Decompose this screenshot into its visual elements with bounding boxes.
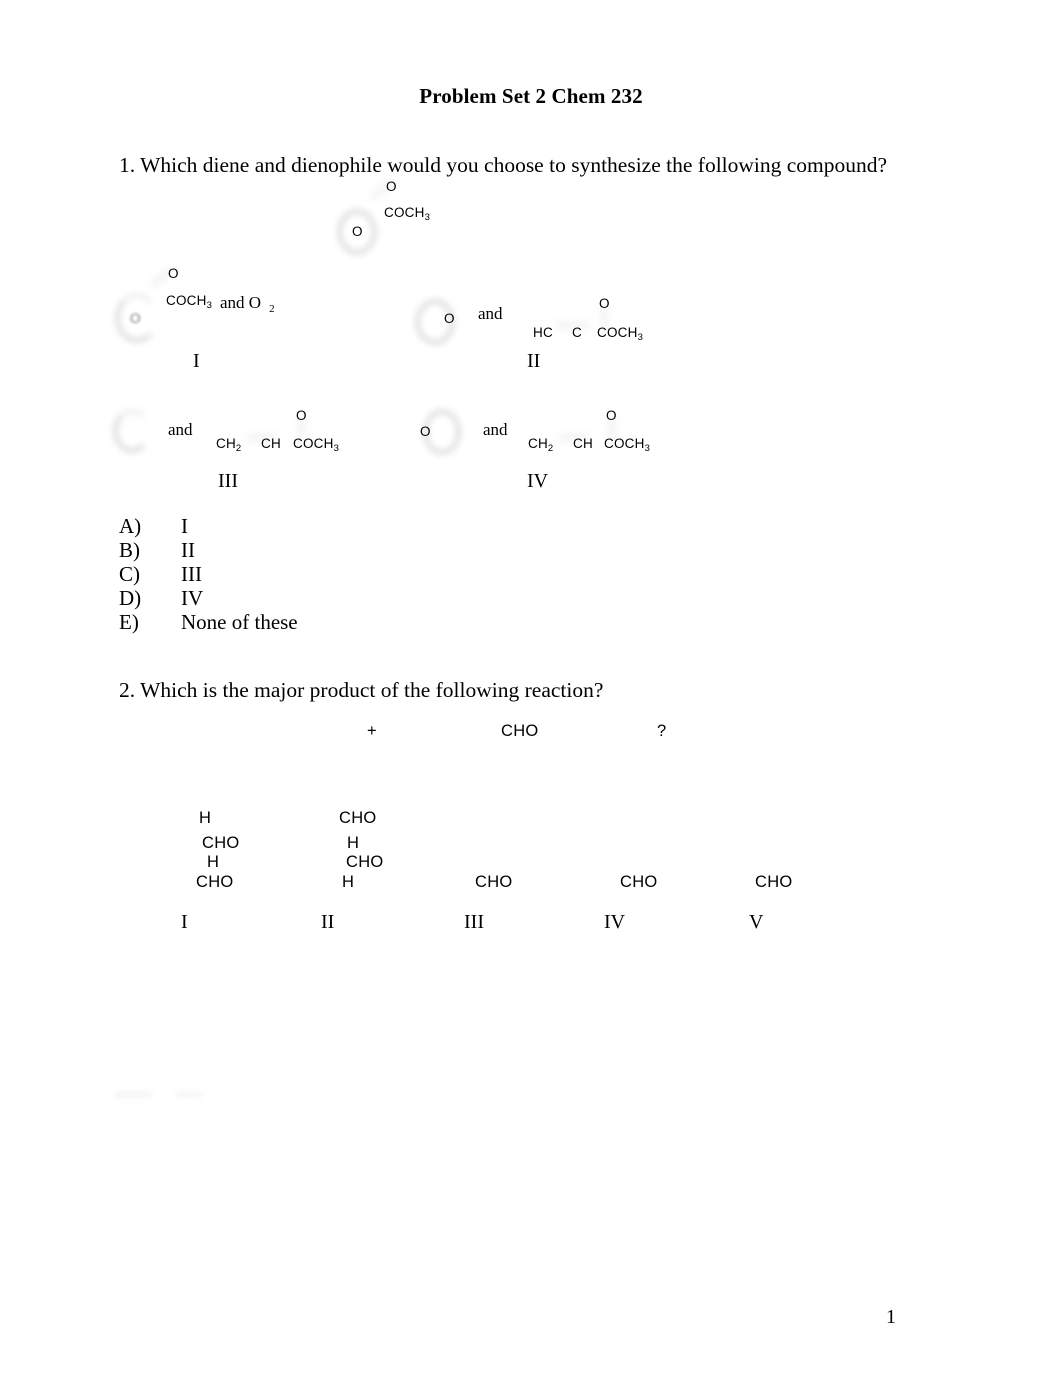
reaction-reagent-cho: CHO: [501, 722, 539, 740]
page-title: Problem Set 2 Chem 232: [419, 84, 643, 108]
answer-choice-a-value: I: [181, 514, 188, 538]
q2-option-1-line-4: CHO: [196, 873, 234, 891]
option-3-chain-left: CH2: [216, 436, 242, 454]
option-1-connector: and O 2: [220, 293, 275, 315]
document-page: Problem Set 2 Chem 232 1. Which diene an…: [0, 0, 1062, 1377]
q2-option-2-line-4: H: [342, 873, 355, 891]
option-3-o-top: O: [296, 408, 307, 423]
option-2-chain-right-text: COCH: [597, 325, 638, 340]
option-4-chain-left: CH2: [528, 436, 554, 454]
q2-option-5-line-1: CHO: [755, 873, 793, 891]
answer-choice-e-value: None of these: [181, 610, 298, 634]
option-4-connector: and: [483, 420, 508, 439]
q2-option-2-line-2: H: [347, 834, 360, 852]
option-2-ring-o: O: [444, 311, 455, 326]
option-4-label: IV: [527, 470, 549, 492]
option-2-chain-mid: C: [572, 325, 582, 340]
option-1-connector-sub: 2: [269, 303, 275, 315]
answer-choice-b-key: B): [119, 538, 140, 562]
option-4-ring-o: O: [420, 424, 431, 439]
option-4-chain-left-text: CH: [528, 436, 548, 451]
q2-option-1-line-1: H: [199, 809, 212, 827]
option-1-coch3-sub: 3: [206, 300, 213, 311]
option-3-chain-right-text: COCH: [293, 436, 334, 451]
page-artifact-streak-right: [176, 1092, 202, 1099]
option-1-ring-o: O: [130, 311, 141, 326]
reaction-question-mark: ?: [657, 722, 667, 740]
option-4-chain-left-sub: 2: [547, 443, 554, 454]
option-4-chain-right-text: COCH: [604, 436, 645, 451]
target-compound-coch3-text: COCH: [384, 205, 425, 220]
option-4-chain-right: COCH3: [604, 436, 651, 454]
option-1-o-top: O: [168, 266, 179, 281]
option-4-chain-mid: CH: [573, 436, 593, 451]
q2-option-3-line-1: CHO: [475, 873, 513, 891]
reaction-plus-sign: +: [367, 722, 377, 740]
question-1-stem: 1. Which diene and dienophile would you …: [119, 153, 888, 177]
option-2-chain-right: COCH3: [597, 325, 644, 343]
page-artifact-streak-left: [114, 1092, 152, 1100]
answer-choice-c-value: III: [181, 562, 202, 586]
option-1-coch3-text: COCH: [166, 293, 207, 308]
option-2-chain-left: HC: [533, 325, 553, 340]
option-1-connector-text: and O: [220, 293, 262, 312]
option-1-label: I: [193, 350, 200, 372]
q2-option-1-line-3: H: [207, 853, 220, 871]
option-3-label: III: [218, 470, 238, 492]
answer-choice-a-key: A): [119, 514, 142, 538]
q2-option-4-label: IV: [604, 911, 626, 933]
q2-option-5-label: V: [749, 911, 764, 933]
option-3-chain-right: COCH3: [293, 436, 340, 454]
target-compound-coch3-sub: 3: [424, 212, 431, 223]
answer-choice-c-key: C): [119, 562, 140, 586]
option-3-ring: [114, 410, 150, 452]
option-2-label: II: [527, 350, 541, 372]
q2-option-3-label: III: [464, 911, 484, 933]
option-2-o-top: O: [599, 296, 610, 311]
q2-option-2-line-3: CHO: [346, 853, 384, 871]
answer-choice-d-value: IV: [181, 586, 204, 610]
answer-choice-d-key: D): [119, 586, 142, 610]
target-compound-o-ring: O: [352, 224, 363, 239]
q2-option-1-line-2: CHO: [202, 834, 240, 852]
option-4-chain-right-sub: 3: [644, 443, 651, 454]
page-number: 1: [886, 1306, 896, 1328]
option-3-connector: and: [168, 420, 193, 439]
option-3-chain-left-sub: 2: [235, 443, 242, 454]
option-3-chain-left-text: CH: [216, 436, 236, 451]
target-compound-coch3: COCH3: [384, 205, 431, 223]
option-3-chain-right-sub: 3: [333, 443, 340, 454]
q2-option-2-line-1: CHO: [339, 809, 377, 827]
q2-option-4-line-1: CHO: [620, 873, 658, 891]
q2-option-2-label: II: [321, 911, 335, 933]
option-2-connector: and: [478, 304, 503, 323]
answer-choice-e-key: E): [119, 610, 139, 634]
option-4-o-top: O: [606, 408, 617, 423]
option-2-chain-right-sub: 3: [637, 332, 644, 343]
option-3-chain-mid: CH: [261, 436, 281, 451]
answer-choice-b-value: II: [181, 538, 195, 562]
target-compound-o-top: O: [386, 179, 397, 194]
option-1-coch3: COCH3: [166, 293, 213, 311]
q2-option-1-label: I: [181, 911, 188, 933]
question-2-stem: 2. Which is the major product of the fol…: [119, 678, 604, 702]
